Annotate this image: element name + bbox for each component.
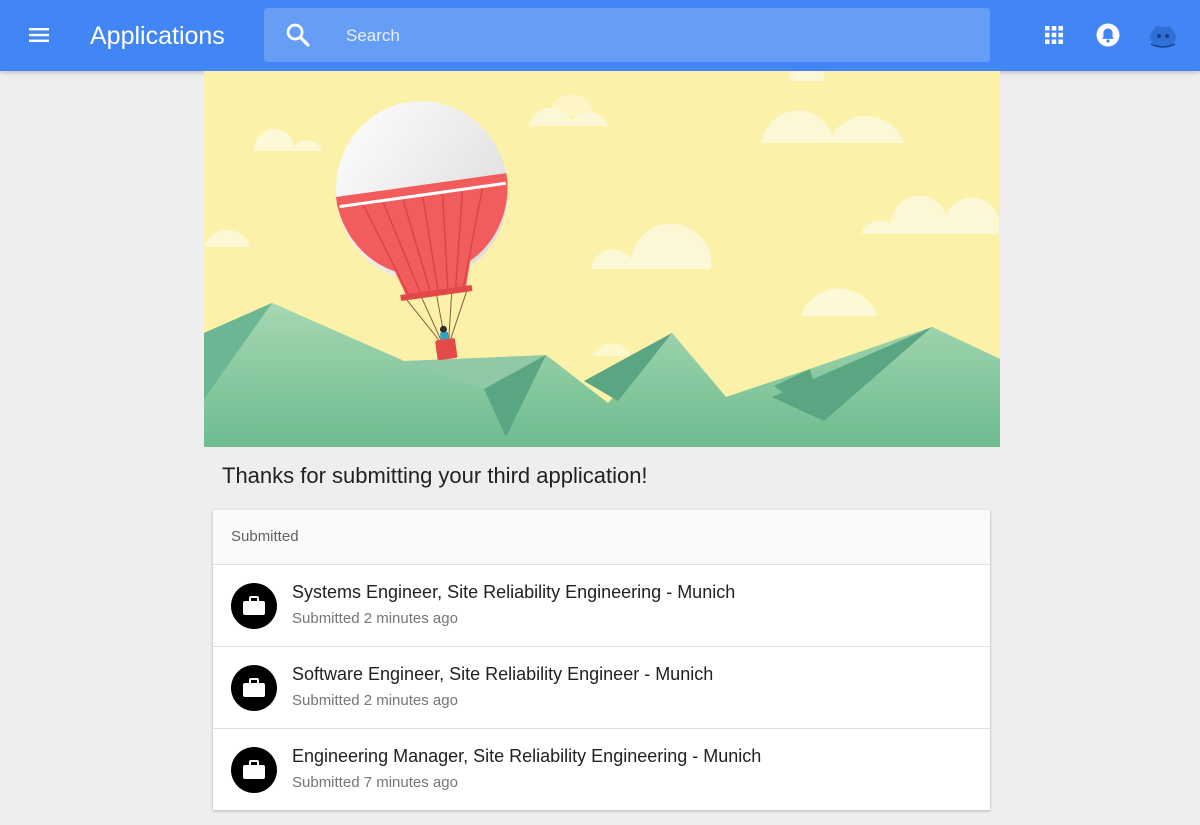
application-status: Submitted 2 minutes ago <box>292 610 458 627</box>
application-status: Submitted 2 minutes ago <box>292 692 458 709</box>
app-title: Applications <box>90 22 225 50</box>
menu-icon <box>29 28 49 42</box>
application-row[interactable]: Systems Engineer, Site Reliability Engin… <box>213 565 990 647</box>
application-title: Software Engineer, Site Reliability Engi… <box>292 664 714 684</box>
menu-button[interactable] <box>22 18 56 52</box>
briefcase-icon <box>231 583 277 629</box>
application-title: Engineering Manager, Site Reliability En… <box>292 746 762 766</box>
confirmation-message: Thanks for submitting your third applica… <box>222 463 648 488</box>
briefcase-icon <box>231 747 277 793</box>
search-icon <box>286 23 310 47</box>
search-input[interactable] <box>344 8 968 64</box>
application-status: Submitted 7 minutes ago <box>292 774 458 791</box>
hot-air-balloon-illustration <box>204 71 1000 447</box>
submitted-applications-card: Submitted Systems Engineer, Site Reliabi… <box>213 510 990 810</box>
avatar-icon[interactable] <box>1146 18 1180 52</box>
card-header: Submitted <box>213 510 990 565</box>
application-title: Systems Engineer, Site Reliability Engin… <box>292 582 736 602</box>
bell-icon[interactable] <box>1094 21 1122 49</box>
search-box[interactable] <box>264 8 990 64</box>
top-app-bar: Applications <box>0 0 1200 71</box>
apps-grid-icon[interactable] <box>1040 21 1068 49</box>
application-row[interactable]: Engineering Manager, Site Reliability En… <box>213 729 990 810</box>
briefcase-icon <box>231 665 277 711</box>
application-row[interactable]: Software Engineer, Site Reliability Engi… <box>213 647 990 729</box>
